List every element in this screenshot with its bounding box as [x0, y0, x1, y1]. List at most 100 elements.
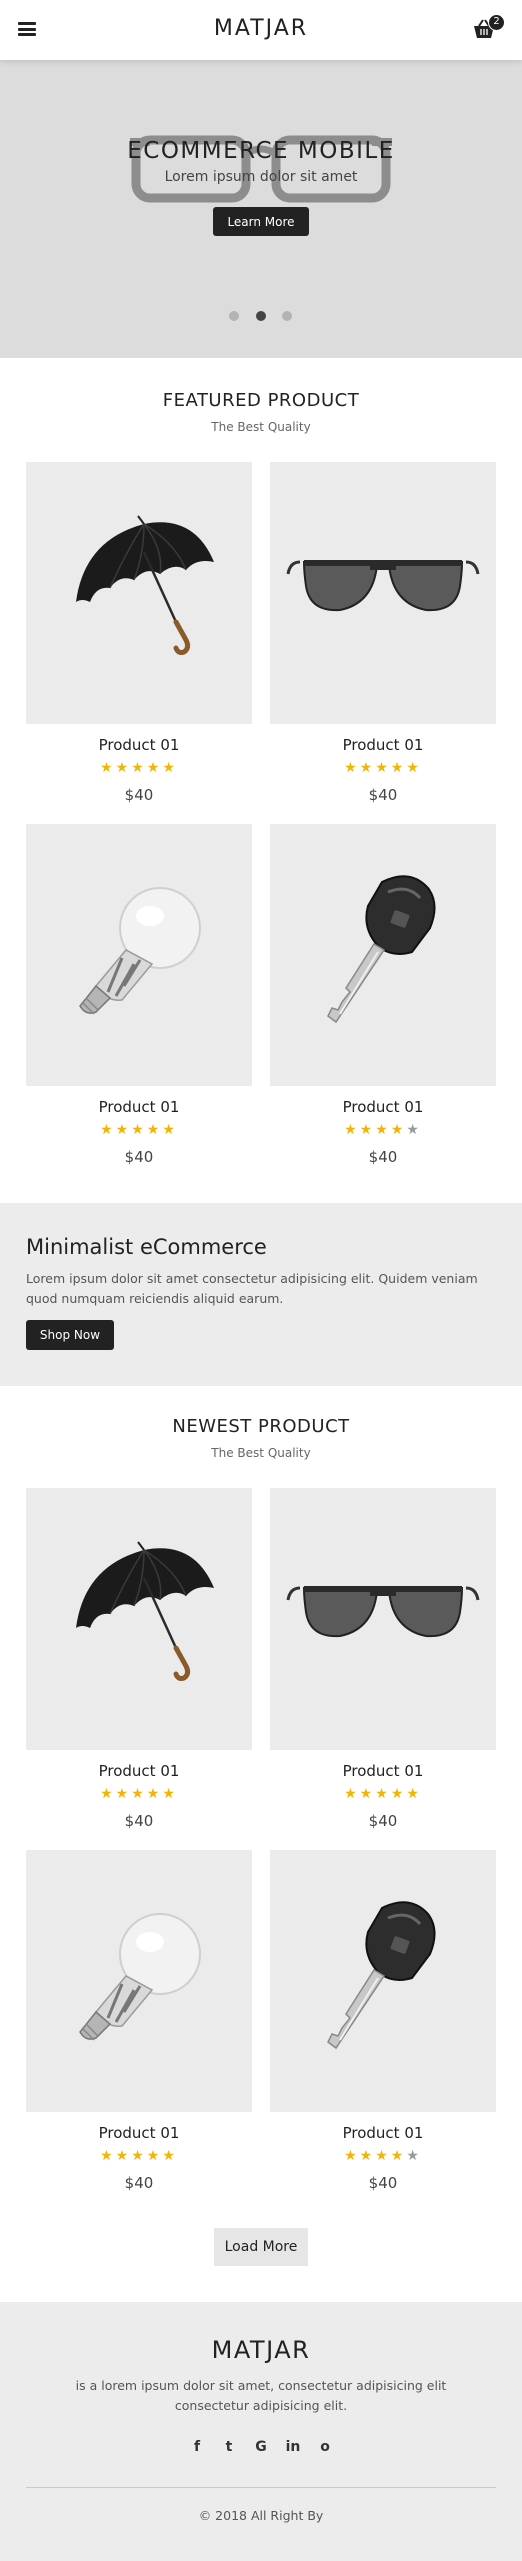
product-name[interactable]: Product 01 [26, 736, 252, 754]
product-rating: ★★★★★ [26, 2148, 252, 2164]
product-rating: ★★★★★ [26, 760, 252, 776]
product-image-umbrella[interactable] [26, 1488, 252, 1750]
product-name[interactable]: Product 01 [270, 736, 496, 754]
footer-text: is a lorem ipsum dolor sit amet, consect… [75, 2378, 447, 2413]
star-filled-icon: ★ [390, 1122, 407, 1138]
star-filled-icon: ★ [390, 1786, 407, 1802]
product-image-key[interactable] [270, 1850, 496, 2112]
star-filled-icon: ★ [390, 2148, 407, 2164]
banner-title: Minimalist eCommerce [26, 1235, 267, 1259]
product-rating: ★★★★★ [270, 760, 496, 776]
cart-count-badge: 2 [488, 14, 505, 31]
star-filled-icon: ★ [146, 760, 163, 776]
star-filled-icon: ★ [162, 760, 178, 776]
star-filled-icon: ★ [359, 760, 376, 776]
star-filled-icon: ★ [131, 1122, 147, 1138]
product-name[interactable]: Product 01 [26, 1762, 252, 1780]
product-rating: ★★★★★ [26, 1122, 252, 1138]
star-filled-icon: ★ [100, 760, 116, 776]
hero-slider: ECOMMERCE MOBILE Lorem ipsum dolor sit a… [0, 60, 522, 358]
product-price: $40 [368, 786, 398, 804]
star-filled-icon: ★ [359, 1786, 376, 1802]
star-filled-icon: ★ [344, 2148, 360, 2164]
load-more-button[interactable]: Load More [214, 2228, 308, 2266]
star-filled-icon: ★ [162, 1786, 178, 1802]
star-filled-icon: ★ [115, 2148, 132, 2164]
google-icon[interactable]: G [250, 2439, 272, 2455]
product-price: $40 [124, 1812, 154, 1830]
product-image-sunglasses[interactable] [270, 462, 496, 724]
star-filled-icon: ★ [344, 1122, 360, 1138]
star-filled-icon: ★ [131, 1786, 147, 1802]
star-filled-icon: ★ [375, 1122, 391, 1138]
product-name[interactable]: Product 01 [26, 1098, 252, 1116]
footer-divider [26, 2487, 496, 2488]
learn-more-button[interactable]: Learn More [213, 207, 309, 236]
promo-banner: Minimalist eCommerce Lorem ipsum dolor s… [0, 1203, 522, 1386]
slide-dot-1[interactable] [229, 311, 239, 321]
product-price: $40 [124, 786, 154, 804]
star-empty-icon: ★ [406, 2148, 422, 2164]
newest-subtitle: The Best Quality [211, 1446, 311, 1460]
facebook-icon[interactable]: f [186, 2439, 208, 2455]
instagram-icon[interactable]: o [314, 2439, 336, 2455]
featured-title: FEATURED PRODUCT [162, 390, 360, 411]
product-price: $40 [368, 1148, 398, 1166]
star-filled-icon: ★ [390, 760, 407, 776]
banner-text: Lorem ipsum dolor sit amet consectetur a… [26, 1271, 478, 1306]
star-filled-icon: ★ [146, 1786, 163, 1802]
star-filled-icon: ★ [115, 1786, 132, 1802]
hero-title: ECOMMERCE MOBILE [127, 138, 395, 164]
product-rating: ★★★★★ [270, 1122, 496, 1138]
product-rating: ★★★★★ [270, 1786, 496, 1802]
product-image-sunglasses[interactable] [270, 1488, 496, 1750]
product-image-umbrella[interactable] [26, 462, 252, 724]
star-filled-icon: ★ [146, 2148, 163, 2164]
product-price: $40 [124, 2174, 154, 2192]
star-filled-icon: ★ [359, 2148, 376, 2164]
star-filled-icon: ★ [100, 1786, 116, 1802]
star-filled-icon: ★ [406, 760, 422, 776]
linkedin-icon[interactable]: in [282, 2439, 304, 2455]
site-footer: MATJAR is a lorem ipsum dolor sit amet, … [0, 2302, 522, 2561]
star-filled-icon: ★ [375, 2148, 391, 2164]
slide-dot-2[interactable] [256, 311, 266, 321]
star-filled-icon: ★ [359, 1122, 376, 1138]
shop-now-button[interactable]: Shop Now [26, 1320, 114, 1350]
slide-dot-3[interactable] [282, 311, 292, 321]
star-filled-icon: ★ [344, 760, 360, 776]
star-filled-icon: ★ [162, 2148, 178, 2164]
product-rating: ★★★★★ [26, 1786, 252, 1802]
twitter-icon[interactable]: t [218, 2439, 240, 2455]
product-name[interactable]: Product 01 [270, 1098, 496, 1116]
star-filled-icon: ★ [100, 2148, 116, 2164]
product-image-light-bulb[interactable] [26, 824, 252, 1086]
featured-subtitle: The Best Quality [211, 420, 311, 434]
brand-logo[interactable]: MATJAR [0, 16, 522, 41]
star-filled-icon: ★ [131, 760, 147, 776]
product-price: $40 [124, 1148, 154, 1166]
product-price: $40 [368, 1812, 398, 1830]
product-name[interactable]: Product 01 [270, 2124, 496, 2142]
newest-title: NEWEST PRODUCT [172, 1416, 350, 1437]
site-header: MATJAR 2 [0, 0, 522, 60]
product-image-key[interactable] [270, 824, 496, 1086]
product-rating: ★★★★★ [270, 2148, 496, 2164]
star-filled-icon: ★ [344, 1786, 360, 1802]
star-filled-icon: ★ [375, 1786, 391, 1802]
star-filled-icon: ★ [406, 1786, 422, 1802]
hero-subtitle: Lorem ipsum dolor sit amet [164, 169, 358, 185]
copyright: © 2018 All Right By [198, 2508, 324, 2523]
star-filled-icon: ★ [131, 2148, 147, 2164]
star-filled-icon: ★ [162, 1122, 178, 1138]
star-filled-icon: ★ [100, 1122, 116, 1138]
star-filled-icon: ★ [115, 1122, 132, 1138]
footer-brand: MATJAR [211, 2336, 311, 2364]
product-price: $40 [368, 2174, 398, 2192]
product-name[interactable]: Product 01 [270, 1762, 496, 1780]
star-filled-icon: ★ [375, 760, 391, 776]
product-name[interactable]: Product 01 [26, 2124, 252, 2142]
star-filled-icon: ★ [146, 1122, 163, 1138]
star-filled-icon: ★ [115, 760, 132, 776]
product-image-light-bulb[interactable] [26, 1850, 252, 2112]
